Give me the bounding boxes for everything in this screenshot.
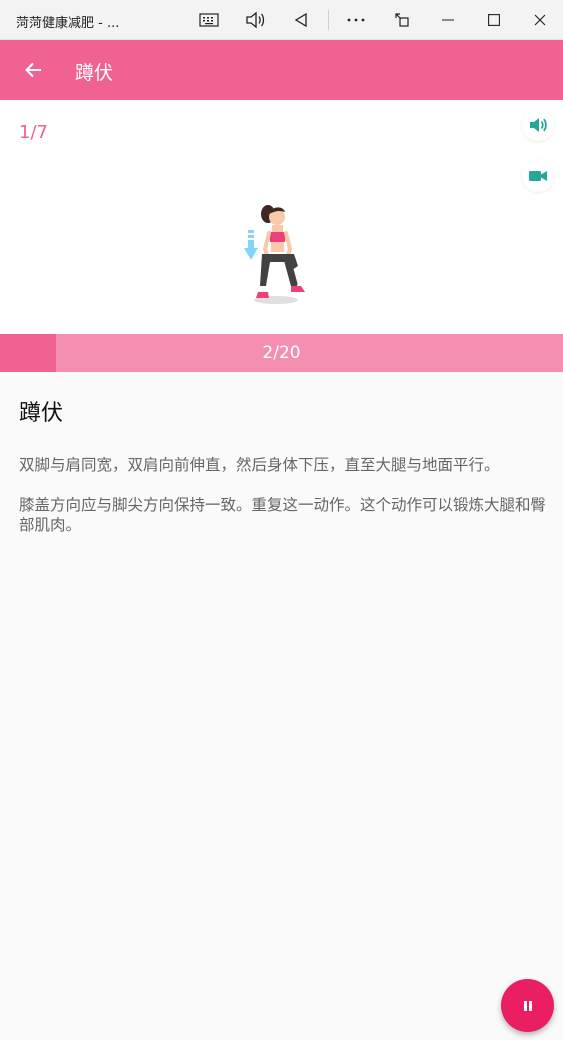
keyboard-icon[interactable] (195, 8, 223, 32)
description-paragraph: 双脚与肩同宽，双肩向前伸直，然后身体下压，直至大腿与地面平行。 (19, 456, 500, 474)
set-progress-bar: 2/20 (0, 334, 563, 372)
page-title: 蹲伏 (75, 62, 114, 84)
squat-illustration (236, 200, 316, 310)
exercise-title: 蹲伏 (19, 401, 64, 426)
rep-counter: 2/20 (262, 343, 301, 363)
restore-icon[interactable] (388, 8, 416, 32)
maximize-icon[interactable] (480, 8, 508, 32)
more-icon[interactable] (342, 8, 370, 32)
close-icon[interactable] (526, 8, 554, 32)
description-paragraph: 膝盖方向应与脚尖方向保持一致。重复这一动作。这个动作可以锻炼大腿和臀部肌肉。 (19, 496, 547, 534)
titlebar-divider (328, 10, 329, 30)
minimize-icon[interactable] (434, 8, 462, 32)
window-titlebar: 菏菏健康减肥 - ... (0, 0, 563, 40)
back-triangle-icon[interactable] (287, 8, 315, 32)
exercise-counter: 1/7 (19, 122, 48, 143)
window-title: 菏菏健康减肥 - ... (16, 16, 120, 31)
app-header: 蹲伏 (0, 40, 563, 100)
volume-icon[interactable] (522, 109, 554, 141)
down-arrow-icon (244, 230, 258, 260)
video-camera-icon[interactable] (522, 160, 554, 192)
arrow-left-icon[interactable] (20, 57, 46, 83)
pause-button[interactable] (501, 979, 554, 1032)
pause-icon (523, 1000, 532, 1011)
exercise-panel: 1/7 (0, 100, 563, 334)
speaker-icon[interactable] (241, 8, 269, 32)
